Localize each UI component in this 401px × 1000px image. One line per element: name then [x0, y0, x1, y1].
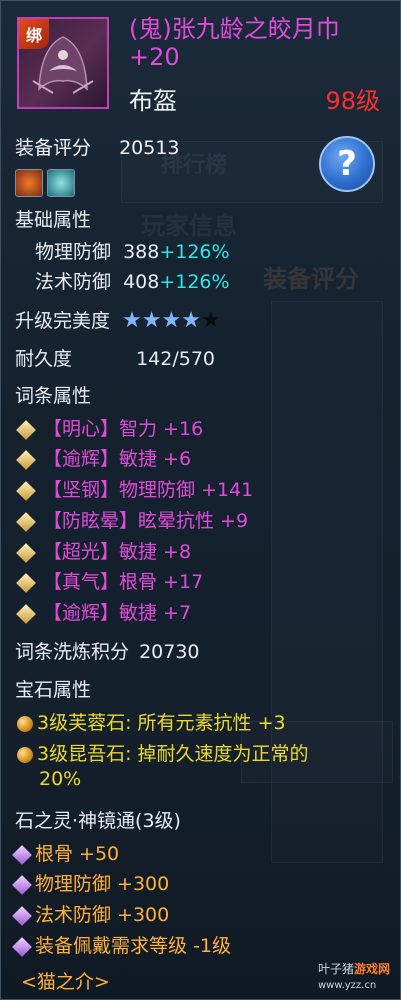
- star-filled-icon: ★: [122, 308, 142, 333]
- affix-tag: 【防眩晕】: [43, 510, 139, 532]
- star-empty-icon: ★: [201, 308, 221, 333]
- affix-row: 【逾辉】敏捷 +6: [15, 444, 191, 471]
- purple-diamond-icon: [12, 874, 32, 895]
- item-type: 布盔: [129, 87, 177, 115]
- spirit-title: 石之灵·神镜通(3级): [15, 810, 181, 832]
- affix-text: 敏捷 +6: [119, 448, 192, 470]
- affix-tag: 【坚钢】: [43, 479, 120, 501]
- diamond-icon: [16, 449, 36, 470]
- affix-row: 【明心】智力 +16: [15, 414, 203, 441]
- spirit-row: 物理防御 +300: [11, 869, 169, 896]
- spirit-row: 装备佩戴需求等级 -1级: [11, 931, 231, 958]
- stat-value: 388: [123, 241, 160, 263]
- gem-row: 3级芙蓉石: 所有元素抗性 +3: [17, 708, 286, 735]
- affix-text: 敏捷 +7: [119, 602, 192, 624]
- affix-title: 词条属性: [15, 385, 92, 407]
- diamond-icon: [16, 419, 36, 440]
- gem-text: 3级昆吾石: 掉耐久速度为正常的: [37, 743, 309, 765]
- crafter-name: <猫之介>: [21, 971, 110, 993]
- fire-gem-icon: [15, 169, 43, 197]
- perfection-stars: ★★★★★: [122, 308, 221, 333]
- affix-tag: 【逾辉】: [43, 602, 120, 624]
- affix-tag: 【明心】: [43, 418, 120, 440]
- bind-tag: 绑: [19, 19, 49, 49]
- diamond-icon: [16, 480, 36, 501]
- affix-text: 智力 +16: [119, 418, 204, 440]
- water-gem-icon: [47, 169, 75, 197]
- item-level: 98级: [325, 87, 380, 115]
- star-filled-icon: ★: [181, 308, 201, 333]
- site-tag: 游戏网: [353, 962, 390, 976]
- gem-text: 3级芙蓉石: 所有元素抗性 +3: [37, 712, 286, 734]
- stat-name: 法术防御: [35, 271, 112, 293]
- affix-row: 【防眩晕】眩晕抗性 +9: [15, 506, 248, 533]
- equip-score-value: 20513: [119, 137, 180, 159]
- spirit-text: 法术防御 +300: [35, 904, 170, 926]
- refine-score-label: 词条洗炼积分: [15, 641, 130, 663]
- durability-row: 耐久度 142/570: [15, 344, 215, 371]
- bg-player-info-text: 玩家信息: [141, 212, 237, 240]
- purple-diamond-icon: [12, 905, 32, 926]
- diamond-icon: [16, 572, 36, 593]
- equip-score-label: 装备评分: [15, 137, 92, 159]
- spirit-row: 根骨 +50: [11, 839, 119, 866]
- durability-label: 耐久度: [15, 348, 73, 370]
- perfection-row: 升级完美度 ★★★★★: [15, 306, 221, 333]
- gem-title: 宝石属性: [15, 679, 92, 701]
- durability-value: 142/570: [136, 348, 215, 370]
- base-attr-title: 基础属性: [15, 209, 92, 231]
- base-stat-row: 法术防御 408+126%: [35, 267, 230, 294]
- site-watermark: 叶子猪游戏网 www.yzz.cn: [318, 960, 390, 991]
- affix-tag: 【真气】: [43, 571, 120, 593]
- help-button[interactable]: ?: [319, 136, 375, 192]
- base-stat-row: 物理防御 388+126%: [35, 237, 230, 264]
- orb-icon: [17, 715, 33, 732]
- affix-tag: 【超光】: [43, 541, 120, 563]
- purple-diamond-icon: [12, 844, 32, 865]
- diamond-icon: [16, 511, 36, 532]
- stat-bonus: +126%: [159, 271, 230, 293]
- refine-score-value: 20730: [139, 641, 200, 663]
- perfection-label: 升级完美度: [15, 310, 111, 332]
- purple-diamond-icon: [12, 936, 32, 957]
- spirit-row: 法术防御 +300: [11, 900, 169, 927]
- stat-value: 408: [123, 271, 160, 293]
- affix-text: 根骨 +17: [119, 571, 204, 593]
- diamond-icon: [16, 542, 36, 563]
- refine-score-row: 词条洗炼积分 20730: [15, 637, 200, 664]
- site-brand: 叶子猪: [317, 962, 354, 976]
- item-tooltip: 排行榜 玩家信息 装备评分 绑 (鬼)张九龄之皎月巾 +20 布盔 98级 装备…: [0, 0, 401, 1000]
- stat-bonus: +126%: [159, 241, 230, 263]
- spirit-text: 根骨 +50: [35, 843, 120, 865]
- affix-row: 【坚钢】物理防御 +141: [15, 475, 253, 502]
- gem-row-continuation: 20%: [39, 768, 82, 790]
- affix-row: 【逾辉】敏捷 +7: [15, 598, 191, 625]
- spirit-text: 装备佩戴需求等级 -1级: [35, 935, 231, 957]
- orb-icon: [17, 746, 33, 763]
- affix-text: 敏捷 +8: [119, 541, 192, 563]
- stat-name: 物理防御: [35, 241, 112, 263]
- star-filled-icon: ★: [161, 308, 182, 333]
- affix-text: 眩晕抗性 +9: [138, 510, 249, 532]
- star-filled-icon: ★: [141, 308, 162, 333]
- affix-row: 【真气】根骨 +17: [15, 567, 203, 594]
- item-icon[interactable]: 绑: [17, 17, 109, 109]
- affix-text: 物理防御 +141: [119, 479, 254, 501]
- question-icon: ?: [337, 144, 357, 184]
- bg-equip-score-text: 装备评分: [263, 265, 359, 293]
- spirit-text: 物理防御 +300: [35, 873, 170, 895]
- affix-tag: 【逾辉】: [43, 448, 120, 470]
- equip-score-row: 装备评分 20513: [15, 133, 180, 160]
- site-url: www.yzz.cn: [317, 980, 377, 991]
- diamond-icon: [16, 603, 36, 624]
- gem-row: 3级昆吾石: 掉耐久速度为正常的: [17, 739, 309, 766]
- affix-row: 【超光】敏捷 +8: [15, 537, 191, 564]
- item-name: (鬼)张九龄之皎月巾 +20: [129, 15, 340, 71]
